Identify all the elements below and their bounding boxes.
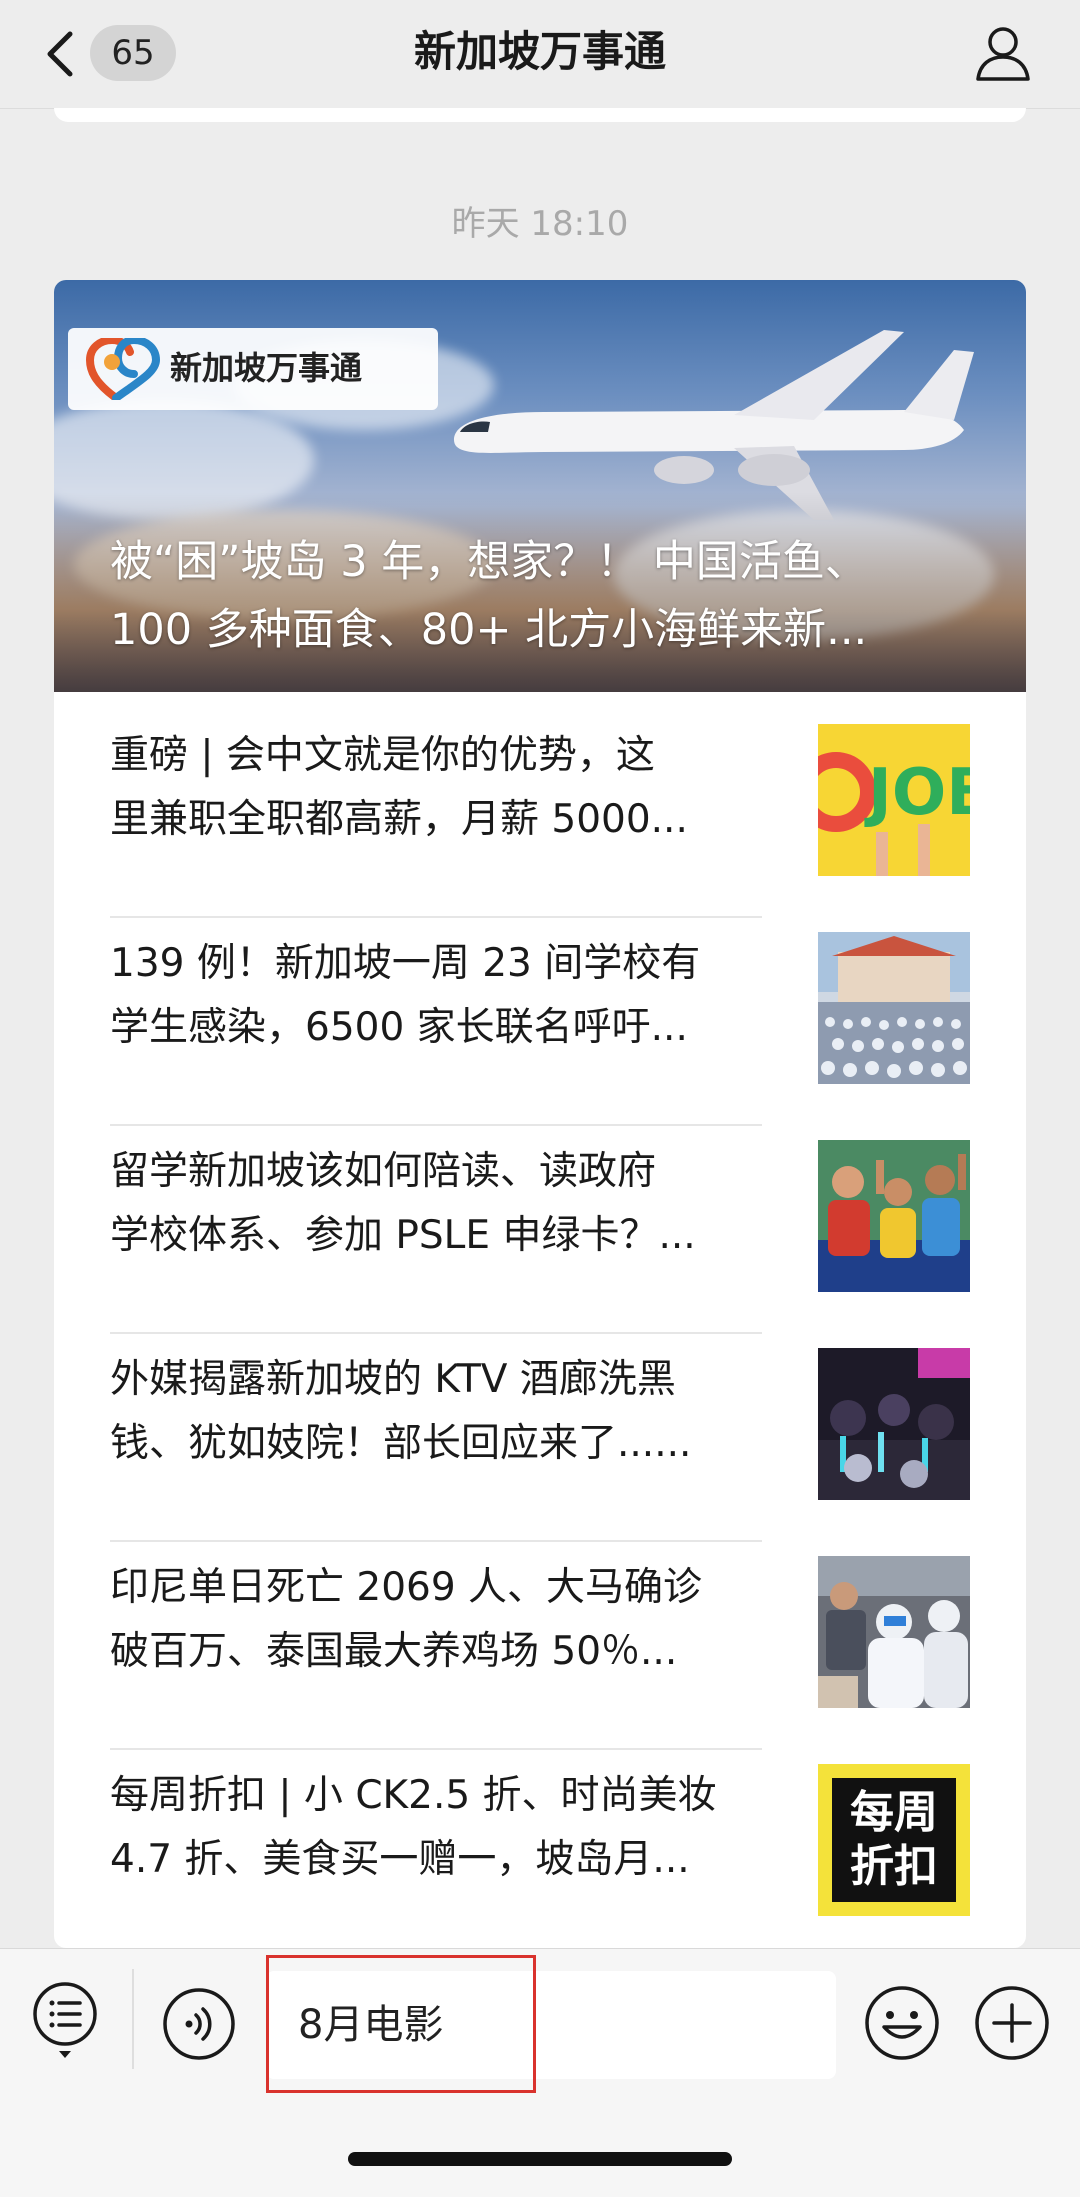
hero-article[interactable]: 新加坡万事通 被“困”坡岛 3 年，想家？！ 中国活鱼、 100 多种面食、80…	[54, 280, 1026, 692]
list-menu-icon[interactable]	[32, 1981, 98, 2061]
discount-badge-line: 每周	[850, 1787, 938, 1838]
article-title: 重磅 | 会中文就是你的优势，这 里兼职全职都高薪，月薪 5000...	[110, 724, 750, 852]
article-title-line: 139 例！新加坡一周 23 间学校有	[110, 941, 701, 986]
article-item[interactable]: 每周折扣 | 小 CK2.5 折、时尚美妆 4.7 折、美食买一赠一，坡岛月..…	[110, 1732, 970, 1939]
jobs-thumbnail-letters: JOBS	[864, 756, 970, 830]
article-title-line: 里兼职全职都高薪，月薪 5000...	[110, 797, 688, 842]
bar-separator	[132, 1969, 134, 2069]
article-title-line: 重磅 | 会中文就是你的优势，这	[110, 733, 655, 778]
discount-badge-line: 折扣	[850, 1841, 938, 1892]
school-thumbnail-image	[818, 932, 970, 1084]
article-item[interactable]: 外媒揭露新加坡的 KTV 酒廊洗黑 钱、犹如妓院！部长回应来了......	[110, 1316, 970, 1523]
article-title: 外媒揭露新加坡的 KTV 酒廊洗黑 钱、犹如妓院！部长回应来了......	[110, 1348, 750, 1476]
previous-message-edge	[54, 108, 1026, 122]
article-item[interactable]: 重磅 | 会中文就是你的优势，这 里兼职全职都高薪，月薪 5000... JOB…	[110, 692, 970, 899]
home-indicator[interactable]	[348, 2152, 732, 2166]
article-thumbnail	[818, 1556, 970, 1708]
article-title: 每周折扣 | 小 CK2.5 折、时尚美妆 4.7 折、美食买一赠一，坡岛月..…	[110, 1764, 750, 1892]
brand-logo-icon	[86, 338, 161, 400]
jobs-thumbnail-image: JOBS	[818, 724, 970, 876]
article-title-line: 学生感染，6500 家长联名呼吁...	[110, 1005, 688, 1050]
article-title-line: 印尼单日死亡 2069 人、大马确诊	[110, 1565, 703, 1610]
article-title-line: 破百万、泰国最大养鸡场 50％...	[110, 1629, 678, 1674]
medical-thumbnail-image	[818, 1556, 970, 1708]
article-thumbnail	[818, 932, 970, 1084]
article-title: 139 例！新加坡一周 23 间学校有 学生感染，6500 家长联名呼吁...	[110, 932, 750, 1060]
article-card: 新加坡万事通 被“困”坡岛 3 年，想家？！ 中国活鱼、 100 多种面食、80…	[54, 280, 1026, 1948]
students-thumbnail-image	[818, 1140, 970, 1292]
article-title-line: 钱、犹如妓院！部长回应来了......	[110, 1421, 692, 1466]
article-title: 留学新加坡该如何陪读、读政府 学校体系、参加 PSLE 申绿卡？...	[110, 1140, 750, 1268]
hero-title-line: 100 多种面食、80+ 北方小海鲜来新...	[110, 605, 868, 655]
article-title: 印尼单日死亡 2069 人、大马确诊 破百万、泰国最大养鸡场 50％...	[110, 1556, 750, 1684]
article-title-line: 4.7 折、美食买一赠一，坡岛月...	[110, 1837, 690, 1882]
chat-title: 新加坡万事通	[413, 27, 666, 76]
message-timestamp: 昨天 18:10	[451, 204, 629, 244]
article-item[interactable]: 139 例！新加坡一周 23 间学校有 学生感染，6500 家长联名呼吁...	[110, 900, 970, 1107]
article-thumbnail	[818, 1348, 970, 1500]
plus-circle-icon[interactable]	[974, 1985, 1050, 2061]
article-thumbnail: 每周 折扣	[818, 1764, 970, 1916]
hero-title: 被“困”坡岛 3 年，想家？！ 中国活鱼、 100 多种面食、80+ 北方小海鲜…	[110, 528, 990, 664]
brand-logo-box: 新加坡万事通	[68, 328, 438, 410]
chat-header: 65 新加坡万事通	[0, 0, 1080, 109]
article-title-line: 外媒揭露新加坡的 KTV 酒廊洗黑	[110, 1357, 676, 1402]
message-input-text[interactable]: 8月电影	[298, 1997, 443, 2053]
voice-icon[interactable]	[162, 1987, 236, 2061]
brand-logo-text: 新加坡万事通	[170, 349, 363, 387]
article-title-line: 留学新加坡该如何陪读、读政府	[110, 1149, 657, 1194]
smile-emoji-icon[interactable]	[864, 1985, 940, 2061]
article-item[interactable]: 印尼单日死亡 2069 人、大马确诊 破百万、泰国最大养鸡场 50％...	[110, 1524, 970, 1731]
ktv-thumbnail-image	[818, 1348, 970, 1500]
article-thumbnail	[818, 1140, 970, 1292]
article-item[interactable]: 留学新加坡该如何陪读、读政府 学校体系、参加 PSLE 申绿卡？...	[110, 1108, 970, 1315]
article-title-line: 每周折扣 | 小 CK2.5 折、时尚美妆	[110, 1773, 717, 1818]
hero-title-line: 被“困”坡岛 3 年，想家？！ 中国活鱼、	[110, 537, 868, 587]
person-icon[interactable]	[974, 24, 1032, 82]
discount-badge: 每周 折扣	[832, 1778, 956, 1902]
article-title-line: 学校体系、参加 PSLE 申绿卡？...	[110, 1213, 696, 1258]
article-thumbnail: JOBS	[818, 724, 970, 876]
